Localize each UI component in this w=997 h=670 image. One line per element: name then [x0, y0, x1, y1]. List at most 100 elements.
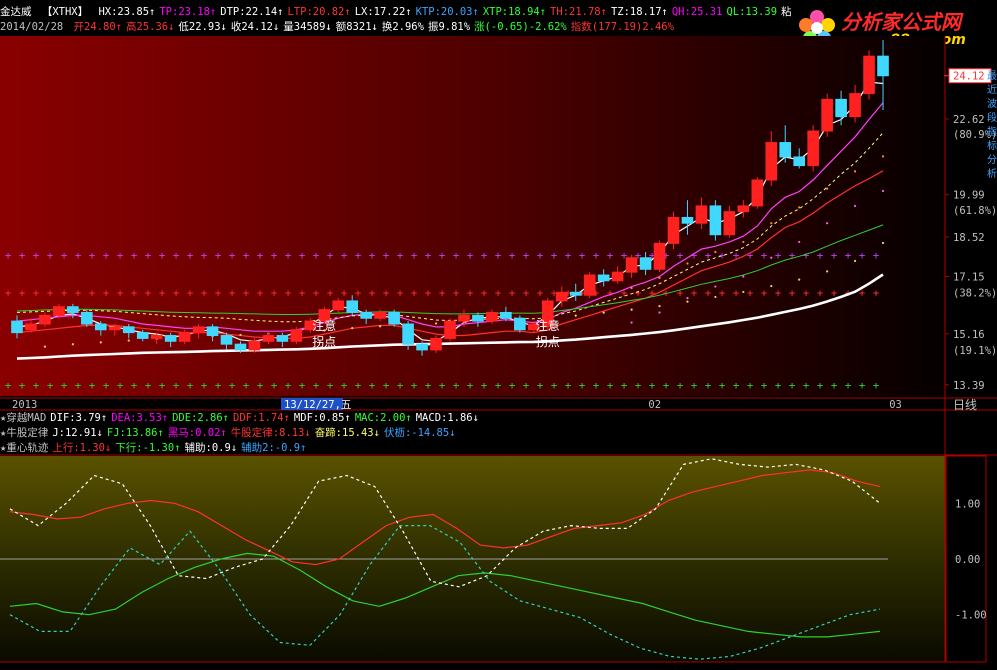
cross-marker-QL: +: [565, 379, 572, 392]
time-axis-label: 02: [648, 399, 661, 411]
cross-marker-TH-band: +: [453, 286, 460, 299]
indicator-row-gravity[interactable]: ★重心轨迹 上行:1.30↓ 下行:-1.30↑ 辅助:0.9↓ 辅助2:-0.9↑: [0, 441, 310, 455]
cross-marker-QL: +: [789, 379, 796, 392]
candle-body: [53, 306, 65, 316]
dot-tz: [127, 339, 130, 342]
price-axis-label: 17.15: [953, 271, 985, 283]
candle-body: [150, 335, 163, 339]
time-axis-label: 2013: [12, 399, 37, 411]
cross-marker-TH-band: +: [467, 286, 474, 299]
candle-body: [569, 291, 582, 296]
candle-body: [25, 323, 37, 331]
bull-value-2: FJ:13.86↑: [106, 427, 164, 439]
cross-marker-QH: +: [411, 249, 418, 262]
cross-marker-TH-band: +: [761, 286, 768, 299]
candle-body: [807, 130, 819, 167]
cross-marker-QL: +: [159, 379, 166, 392]
cross-marker-QL: +: [75, 379, 82, 392]
cross-marker-QL: +: [635, 379, 642, 392]
dot-tz: [71, 343, 74, 346]
dot-th: [881, 155, 885, 158]
candle-body: [374, 311, 386, 319]
cross-marker-QH: +: [537, 249, 544, 262]
price-axis-label: 19.99: [953, 190, 985, 202]
cross-marker-QL: +: [89, 379, 96, 392]
cross-marker-QH: +: [243, 249, 250, 262]
candle-body: [81, 311, 93, 325]
cross-marker-QL: +: [5, 379, 12, 392]
candle-body: [849, 93, 861, 118]
candle-body: [751, 179, 764, 207]
candle-body: [793, 156, 806, 167]
candle-body: [863, 55, 875, 95]
candle-body: [192, 326, 205, 334]
cross-marker-QH: +: [607, 249, 614, 262]
bull-value-6: 伏枥:-14.85↓: [383, 427, 456, 439]
dot-tz: [686, 300, 689, 303]
macd-value-6: MAC:2.00↑: [354, 412, 412, 424]
dot-tz: [742, 290, 745, 294]
sidebar-text: 最近波段指标分析: [987, 71, 997, 180]
cross-marker-QH: +: [173, 249, 180, 262]
cross-marker-QL: +: [397, 379, 404, 392]
cross-marker-QL: +: [523, 379, 530, 392]
cross-marker-TH-band: +: [299, 286, 306, 299]
cross-marker-QL: +: [61, 379, 68, 392]
candle-body: [262, 335, 275, 342]
cross-marker-QL: +: [593, 379, 600, 392]
cross-marker-QH: +: [845, 249, 852, 262]
dot-tz: [602, 311, 605, 314]
dot-ktp: [686, 296, 689, 300]
cross-marker-TH-band: +: [145, 286, 152, 299]
annotation-text-1: 注意: [536, 318, 560, 333]
candle-body: [877, 55, 889, 77]
cross-marker-TH-band: +: [327, 286, 334, 299]
cross-marker-QL: +: [691, 379, 698, 392]
cross-marker-QH: +: [397, 249, 404, 262]
cross-marker-QL: +: [145, 379, 152, 392]
cross-marker-QH: +: [131, 249, 138, 262]
candle-body: [290, 329, 303, 342]
cross-marker-QL: +: [845, 379, 852, 392]
stock-chart[interactable]: + + + + + + + + + + + + + + + + + + + + + + + + + + + + + + + + + + + + + + + +…: [0, 0, 997, 670]
cross-marker-QH: +: [677, 249, 684, 262]
candle-body: [332, 300, 345, 311]
cross-marker-TH-band: +: [285, 286, 292, 299]
cross-marker-QL: +: [33, 379, 40, 392]
indicator-row-macd[interactable]: ★穿越MAD DIF:3.79↑ DEA:3.53↑ DDE:2.86↑ DDF:1.7…: [0, 411, 483, 425]
dot-tz: [351, 326, 354, 330]
cross-marker-QL: +: [621, 379, 628, 392]
candle-body: [178, 332, 191, 342]
cross-marker-TH-band: +: [411, 286, 418, 299]
cross-marker-TH-band: +: [677, 286, 684, 299]
cross-marker-QL: +: [257, 379, 264, 392]
cross-marker-QH: +: [355, 249, 362, 262]
cross-marker-QL: +: [607, 379, 614, 392]
cross-marker-QL: +: [425, 379, 432, 392]
price-axis-label: 24.12: [953, 71, 985, 83]
price-axis-label: (19.1%): [953, 345, 997, 357]
indicator-row-bull[interactable]: ★牛股定律 J:12.91↓ FJ:13.86↑ 黑马:0.02↑ 牛股定律:8.13↓…: [0, 426, 460, 440]
cross-marker-QL: +: [173, 379, 180, 392]
macd-value-3: DDE:2.86↑: [172, 412, 230, 424]
cross-marker-TH-band: +: [201, 286, 208, 299]
dot-th: [853, 170, 857, 173]
gravity-value-0: ★重心轨迹: [0, 442, 49, 454]
candle-body: [402, 323, 414, 345]
candle-body: [723, 211, 736, 236]
dot-th: [630, 286, 633, 290]
cross-marker-TH-band: +: [747, 286, 754, 299]
candle-body: [164, 335, 177, 342]
candle-body: [430, 337, 442, 351]
dot-th: [658, 276, 661, 280]
candle-body: [11, 320, 23, 334]
cross-marker-QH: +: [299, 249, 306, 262]
candle-body: [639, 257, 652, 270]
annotation-text-0: 拐点: [312, 334, 336, 349]
cross-marker-QH: +: [789, 249, 796, 262]
dot-tz: [43, 345, 47, 348]
dot-ktp: [714, 285, 717, 288]
cross-marker-QH: +: [873, 249, 880, 262]
cross-marker-TH-band: +: [719, 286, 726, 299]
cross-marker-QH: +: [257, 249, 264, 262]
